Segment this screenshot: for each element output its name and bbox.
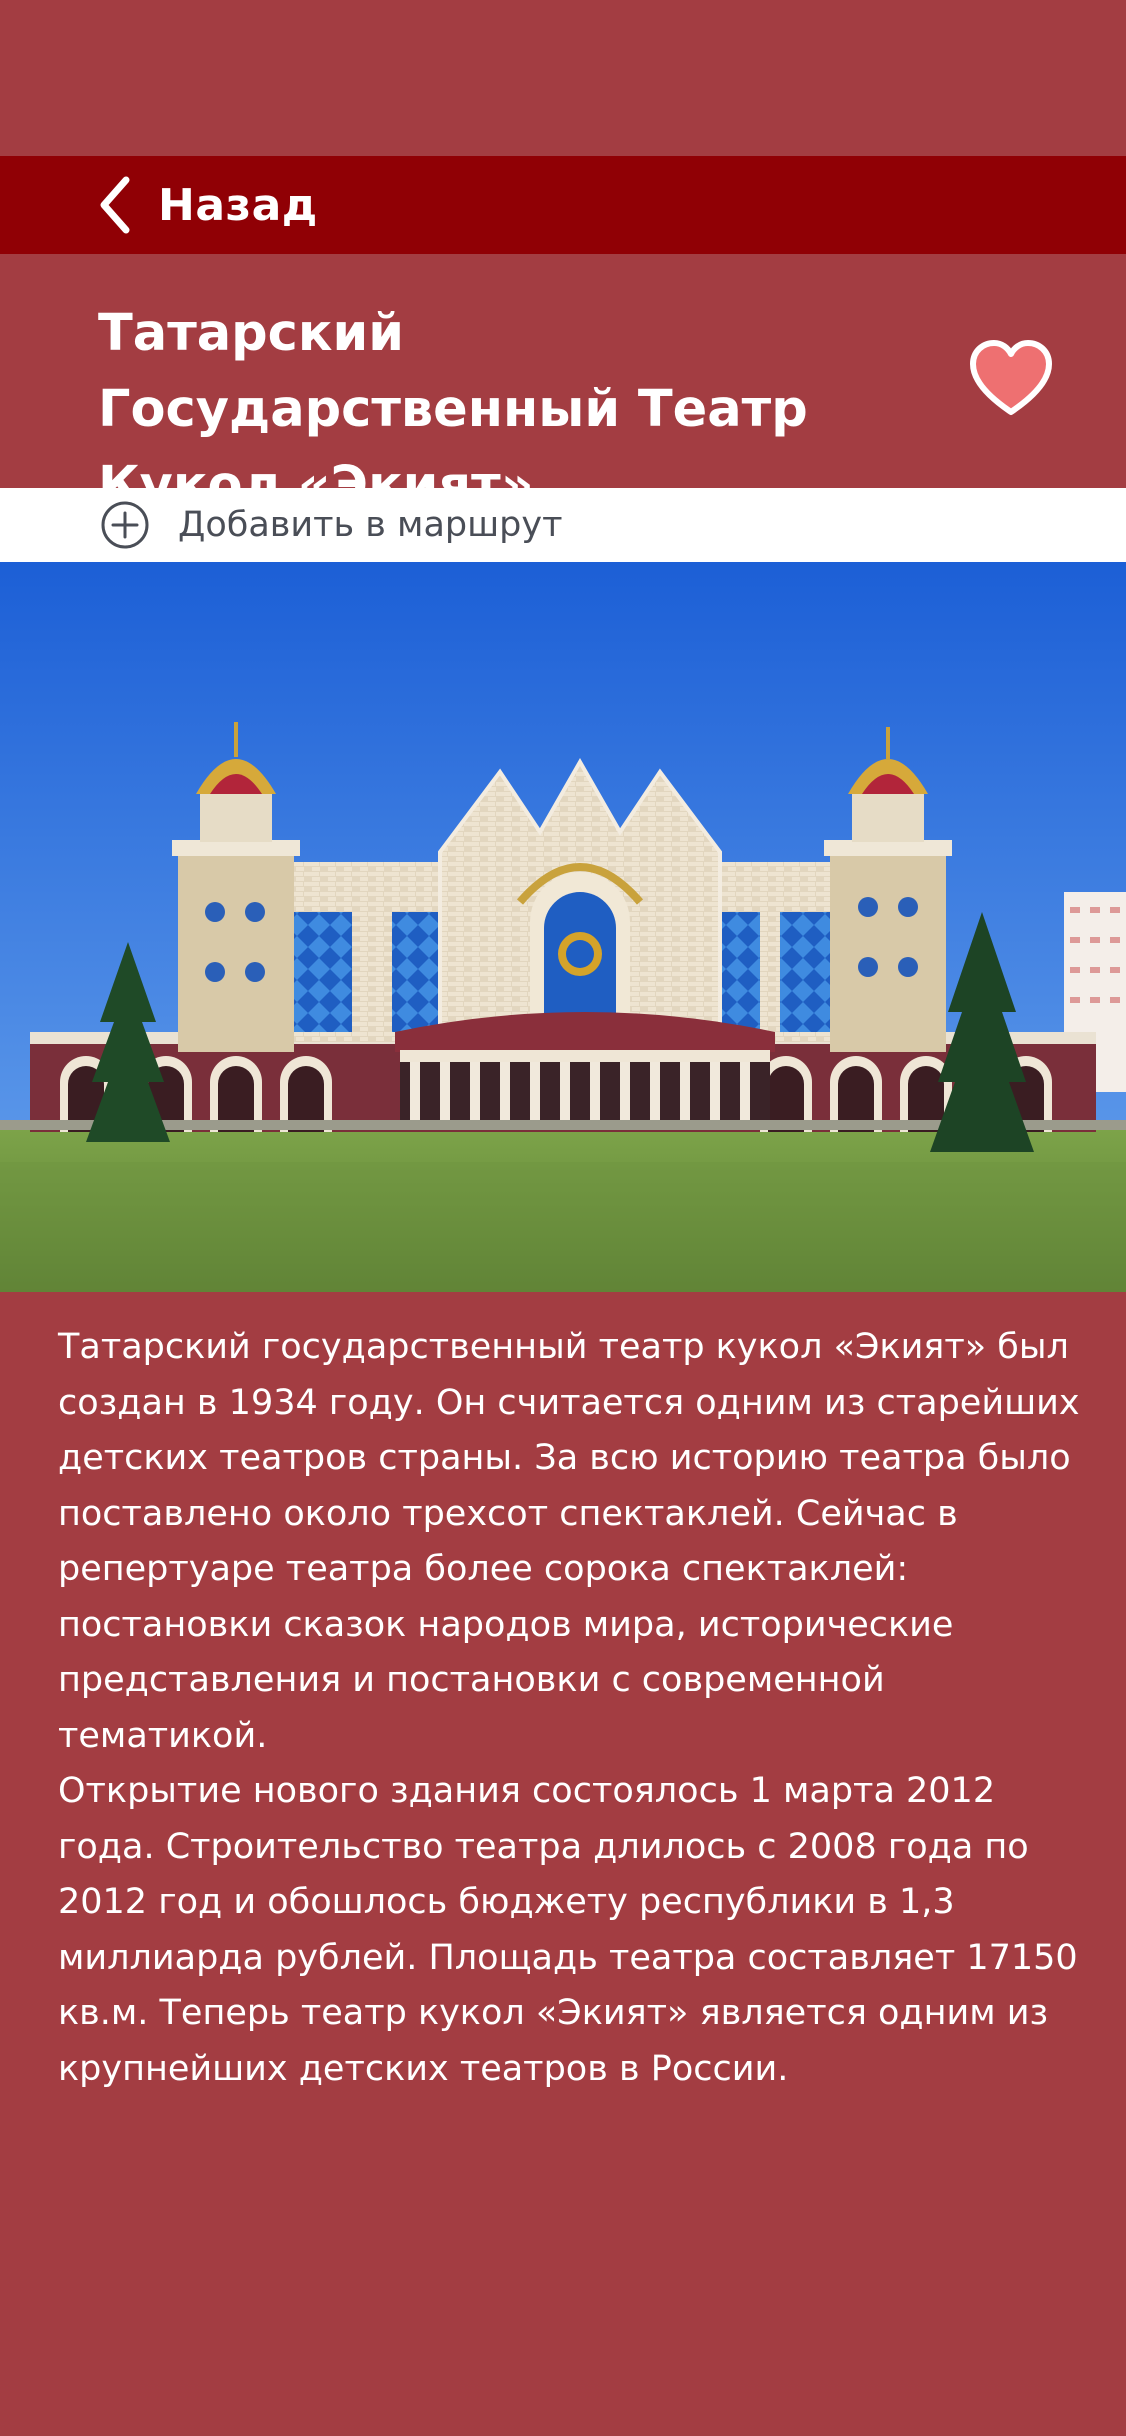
plus-circle-icon xyxy=(101,501,149,549)
add-to-route-label: Добавить в маршрут xyxy=(178,505,563,545)
description-paragraph: Татарский государственный театр кукол «Э… xyxy=(58,1327,1080,1756)
description-paragraph: Открытие нового здания состоялось 1 март… xyxy=(58,1771,1078,2089)
theatre-photo xyxy=(0,562,1126,1292)
add-to-route-button[interactable]: Добавить в маршрут xyxy=(0,488,1126,562)
navigation-bar: Назад xyxy=(0,156,1126,254)
place-header: Татарский Государственный Театр Кукол «Э… xyxy=(0,254,1126,515)
chevron-left-icon xyxy=(100,176,130,234)
favorite-heart-icon[interactable] xyxy=(967,338,1055,418)
back-button-label: Назад xyxy=(158,179,318,231)
back-button[interactable]: Назад xyxy=(98,176,318,234)
status-bar-area xyxy=(0,0,1126,156)
place-description: Татарский государственный театр кукол «Э… xyxy=(58,1320,1088,2097)
